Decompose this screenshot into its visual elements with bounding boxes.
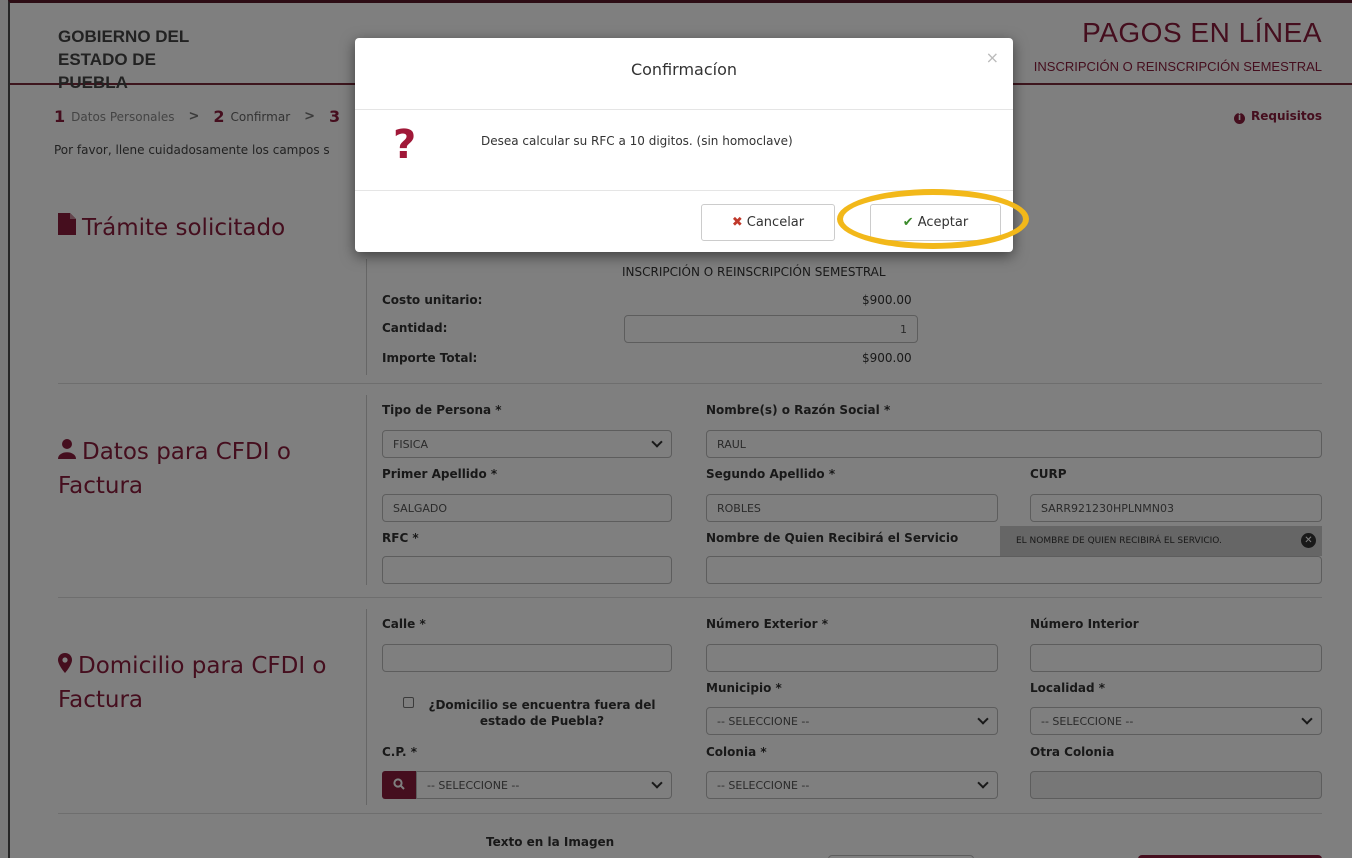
- question-icon: ?: [393, 122, 417, 168]
- times-icon: ✖: [731, 215, 743, 230]
- modal-header: Confirmacíon ×: [355, 38, 1013, 110]
- highlight-annotation: [837, 189, 1029, 249]
- modal-title: Confirmacíon: [630, 60, 738, 79]
- modal-message: Desea calcular su RFC a 10 digitos. (sin…: [481, 134, 793, 148]
- cancel-button[interactable]: ✖ Cancelar: [701, 204, 835, 241]
- modal-body: ? Desea calcular su RFC a 10 digitos. (s…: [355, 110, 1013, 190]
- close-icon[interactable]: ×: [986, 48, 999, 67]
